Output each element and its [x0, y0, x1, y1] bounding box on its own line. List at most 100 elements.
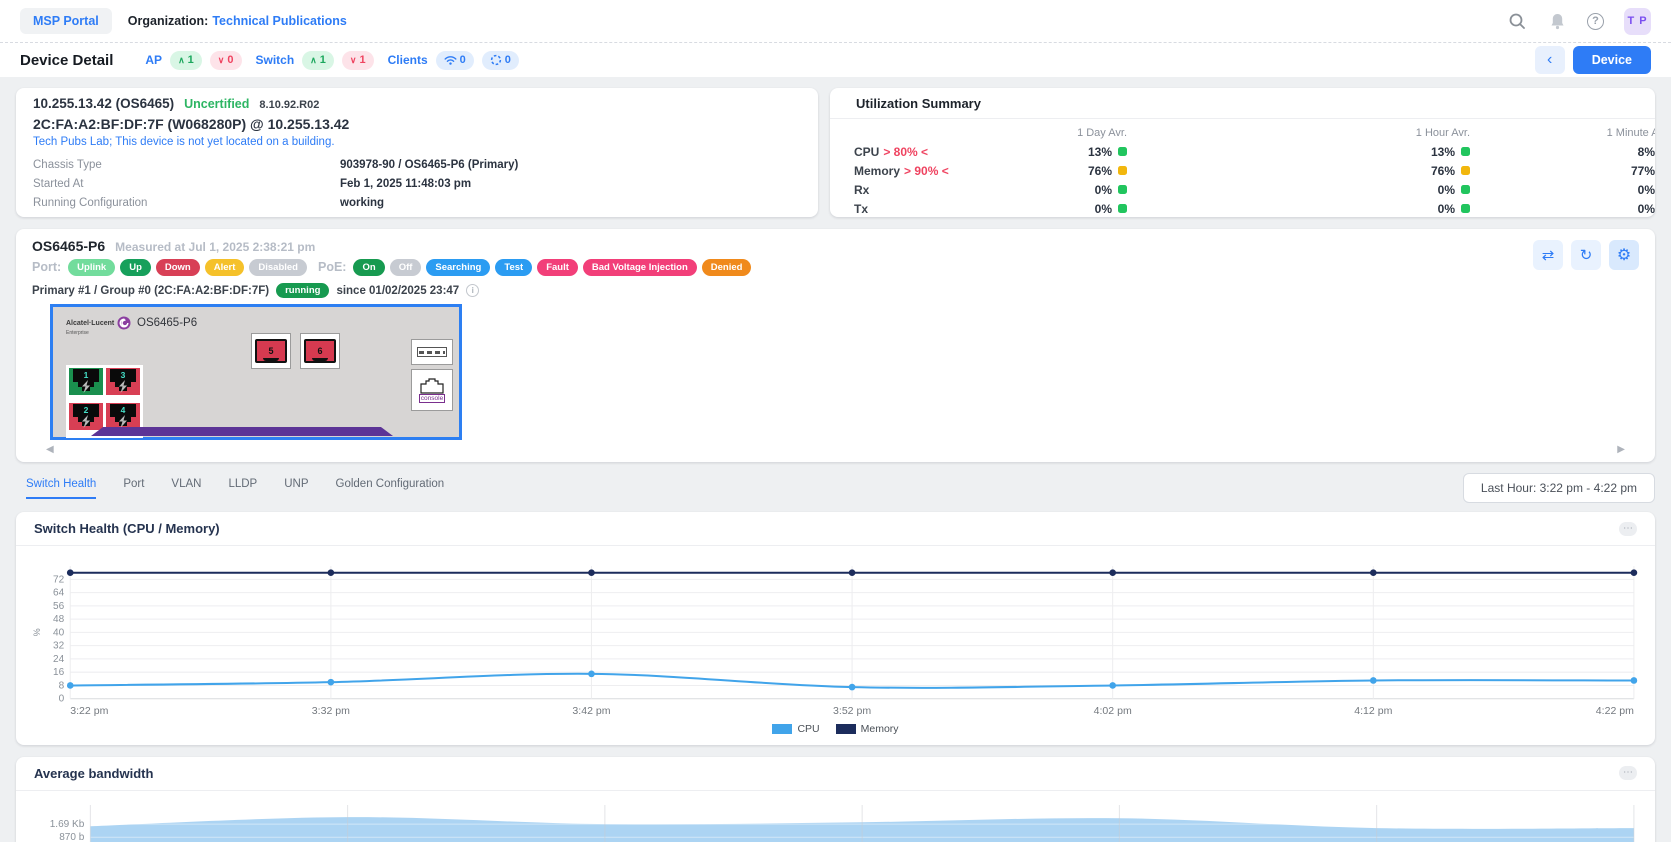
poe-badge-fault: Fault — [537, 259, 578, 276]
switch-down-chip[interactable]: ∨1 — [342, 51, 374, 70]
bandwidth-card-menu-button[interactable]: ⋯ — [1619, 766, 1637, 780]
device-location-link[interactable]: Tech Pubs Lab; This device is not yet lo… — [33, 136, 801, 148]
attribute-value: Feb 1, 2025 11:48:03 pm — [340, 178, 471, 190]
brand-subtitle: Enterprise — [66, 330, 131, 336]
utilization-row-label: Tx — [854, 199, 1034, 217]
scroll-left-icon[interactable]: ◀ — [46, 444, 54, 458]
clients-wifi-chip[interactable]: 0 — [436, 51, 474, 70]
svg-text:0: 0 — [59, 694, 65, 705]
device-attribute-row: Running Configurationworking — [33, 193, 801, 212]
utilization-value: 0% — [1034, 199, 1127, 217]
info-icon[interactable]: i — [466, 284, 479, 297]
svg-text:3:42 pm: 3:42 pm — [572, 705, 610, 717]
clients-count-label: Clients — [388, 53, 428, 67]
svg-text:72: 72 — [53, 574, 65, 585]
port-badge-down: Down — [156, 259, 200, 276]
svg-text:32: 32 — [53, 641, 65, 652]
switch-panel-actions: ⇄ ↻ ⚙ — [1533, 240, 1639, 270]
average-bandwidth-title: Average bandwidth — [34, 766, 153, 781]
legend-swatch — [836, 724, 856, 734]
svg-text:1.69 Kb: 1.69 Kb — [50, 819, 85, 830]
sfp-port-6[interactable]: 6 — [300, 333, 340, 369]
svg-text:3: 3 — [121, 370, 126, 380]
alcatel-logo-icon — [117, 316, 131, 330]
switch-diagram[interactable]: Alcatel·Lucent Enterprise OS6465-P6 1324… — [50, 304, 462, 440]
ap-up-chip[interactable]: ∧1 — [170, 51, 202, 70]
diagram-model-label: OS6465-P6 — [137, 317, 197, 329]
search-icon[interactable] — [1507, 11, 1527, 31]
status-dot — [1461, 204, 1470, 213]
utilization-column-header: 1 Minute Avr. — [1470, 124, 1655, 142]
switch-health-chart: 0816243240485664723:22 pm3:32 pm3:42 pm3… — [16, 546, 1655, 721]
since-label: since 01/02/2025 23:47 — [336, 285, 459, 297]
gear-icon: ⚙ — [1617, 245, 1631, 265]
running-status-badge: running — [276, 283, 329, 298]
device-button[interactable]: Device — [1573, 46, 1651, 74]
utilization-summary-card: Utilization Summary 1 Day Avr.1 Hour Avr… — [830, 88, 1655, 217]
help-icon[interactable]: ? — [1587, 13, 1604, 30]
avatar[interactable]: T P — [1624, 8, 1651, 35]
tab-unp[interactable]: UNP — [284, 478, 308, 499]
notifications-bell-icon[interactable] — [1547, 11, 1567, 31]
port-badge-up: Up — [120, 259, 151, 276]
health-card-menu-button[interactable]: ⋯ — [1619, 522, 1637, 536]
utilization-value: 13% — [1034, 142, 1127, 161]
switch-up-chip[interactable]: ∧1 — [302, 51, 334, 70]
switch-health-card: Switch Health (CPU / Memory) ⋯ 081624324… — [16, 512, 1655, 745]
utilization-value: 0% — [1127, 199, 1470, 217]
scroll-right-icon[interactable]: ▶ — [1617, 444, 1625, 458]
bandwidth-chart-svg: 1.69 Kb870 b50 b770 b1.59 KbBits/s — [28, 797, 1643, 842]
device-attribute-row: Started AtFeb 1, 2025 11:48:03 pm — [33, 174, 801, 193]
status-dot — [1118, 204, 1127, 213]
diagram-scroller: ◀ ▶ — [32, 444, 1639, 458]
status-dot — [1461, 166, 1470, 175]
svg-text:4:22 pm: 4:22 pm — [1596, 705, 1634, 717]
status-dot — [1118, 185, 1127, 194]
firmware-version: 8.10.92.R02 — [259, 99, 319, 111]
poe-badge-off: Off — [390, 259, 422, 276]
rj45-port-2[interactable]: 2 — [69, 403, 103, 435]
back-button[interactable]: ‹ — [1535, 46, 1565, 74]
utilization-value: 13% — [1127, 142, 1470, 161]
header-actions: ‹ Device — [1535, 46, 1651, 74]
swap-view-button[interactable]: ⇄ — [1533, 240, 1563, 270]
port-badge-uplink: Uplink — [68, 259, 115, 276]
poe-badge-searching: Searching — [426, 259, 490, 276]
down-arrow-icon: ∨ — [218, 56, 225, 65]
time-range-selector[interactable]: Last Hour: 3:22 pm - 4:22 pm — [1463, 473, 1655, 503]
detail-tabs: Switch Health Port VLAN LLDP UNP Golden Confi… — [16, 478, 444, 499]
tab-lldp[interactable]: LLDP — [228, 478, 257, 499]
sfp-port-5[interactable]: 5 — [251, 333, 291, 369]
switch-count-label: Switch — [256, 53, 295, 67]
clients-mesh-chip[interactable]: 0 — [482, 51, 519, 70]
ap-down-chip[interactable]: ∨0 — [210, 51, 242, 70]
svg-text:8: 8 — [59, 680, 65, 691]
port-badge-alert: Alert — [205, 259, 245, 276]
legend-item-cpu[interactable]: CPU — [772, 723, 819, 735]
refresh-button[interactable]: ↻ — [1571, 240, 1601, 270]
rj45-port-3[interactable]: 3 — [106, 368, 140, 400]
rj45-port-1[interactable]: 1 — [69, 368, 103, 400]
tab-golden-configuration[interactable]: Golden Configuration — [336, 478, 445, 499]
tab-vlan[interactable]: VLAN — [171, 478, 201, 499]
svg-text:%: % — [32, 628, 42, 636]
organization-link[interactable]: Technical Publications — [212, 14, 347, 28]
device-counters: AP ∧1 ∨0 Switch ∧1 ∨1 Clients 0 0 — [139, 51, 518, 70]
settings-button[interactable]: ⚙ — [1609, 240, 1639, 270]
device-info-card: 10.255.13.42 (OS6465) Uncertified 8.10.9… — [16, 88, 818, 217]
up-arrow-icon: ∧ — [310, 56, 317, 65]
utilization-row-label: CPU> 80% < — [854, 142, 1034, 161]
switch-panel-card: OS6465-P6 Measured at Jul 1, 2025 2:38:2… — [16, 229, 1655, 462]
msp-portal-badge[interactable]: MSP Portal — [20, 8, 112, 34]
svg-text:2: 2 — [84, 405, 89, 415]
legend-item-memory[interactable]: Memory — [836, 723, 899, 735]
tab-port[interactable]: Port — [123, 478, 144, 499]
utilization-value: 0% — [1470, 199, 1655, 217]
device-attribute-row: Chassis Type903978-90 / OS6465-P6 (Prima… — [33, 155, 801, 174]
poe-badge-on: On — [353, 259, 384, 276]
console-port: console — [411, 369, 453, 411]
rj45-outline-icon — [419, 378, 445, 394]
measured-at-label: Measured at Jul 1, 2025 2:38:21 pm — [115, 240, 315, 254]
tab-switch-health[interactable]: Switch Health — [26, 478, 96, 499]
topbar: MSP Portal Organization:Technical Public… — [0, 0, 1671, 43]
